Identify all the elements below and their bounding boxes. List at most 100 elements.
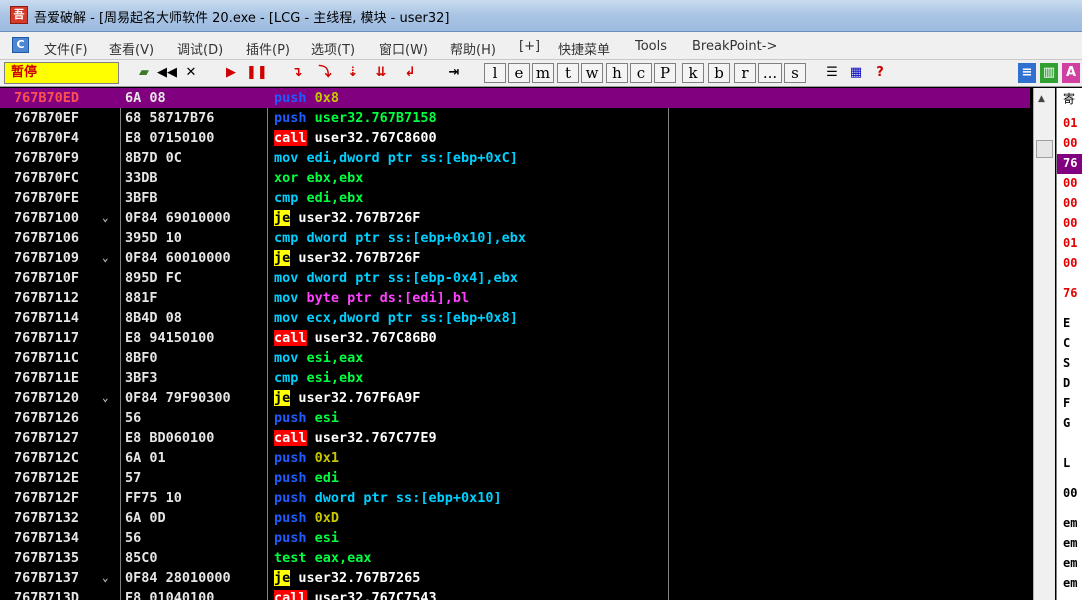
disasm-hex: 0F84 28010000 [125, 570, 231, 586]
restart-icon[interactable]: ◀◀ [156, 63, 178, 83]
run-icon[interactable]: ▶ [222, 63, 240, 83]
disasm-row[interactable]: 767B7109 ⌄ 0F84 60010000 je user32.767B726F [0, 248, 1030, 268]
disasm-row[interactable]: 767B7134 56 push esi [0, 528, 1030, 548]
help-icon[interactable]: ? [870, 63, 890, 83]
close-icon[interactable]: ✕ [182, 63, 200, 83]
scroll-up-icon[interactable]: ▲ [1038, 94, 1045, 104]
menu-shortcut[interactable]: 快捷菜单 [558, 39, 610, 58]
plugin-icon-1[interactable]: ≡ [1018, 63, 1036, 83]
register-value: 76 [1063, 286, 1078, 300]
disasm-row[interactable]: 767B7132 6A 0D push 0xD [0, 508, 1030, 528]
menu-plugins[interactable]: 插件(P) [246, 39, 290, 58]
disasm-row[interactable]: 767B7137 ⌄ 0F84 28010000 je user32.767B7265 [0, 568, 1030, 588]
step-over-icon[interactable]: ⤵ [314, 63, 336, 83]
menu-file[interactable]: 文件(F) [44, 39, 88, 58]
disasm-row[interactable]: 767B7114 8B4D 08 mov ecx,dword ptr ss:[ebp… [0, 308, 1030, 328]
disasm-hex: 3BF3 [125, 370, 158, 386]
registers-header: 寄 [1063, 92, 1076, 106]
log-window-button[interactable]: l [484, 63, 506, 83]
open-icon[interactable]: ▰ [134, 63, 154, 83]
disasm-mnemonic: je [274, 210, 291, 226]
registers-pane[interactable]: 寄 01 00 76 00 00 00 01 00 76 E C S D F G L 00 em em em em [1056, 88, 1082, 600]
disasm-operand: dword ptr ss:[ebp+0x10],ebx [306, 230, 526, 246]
modules-window-button[interactable]: e [508, 63, 530, 83]
disasm-row[interactable]: 767B70ED 6A 08 push 0x8 [0, 88, 1030, 108]
register-value: 00 [1063, 136, 1078, 150]
disasm-row[interactable]: 767B710F 895D FC mov dword ptr ss:[ebp-0x4… [0, 268, 1030, 288]
disasm-row[interactable]: 767B713D E8 01040100 call user32.767C7543 [0, 588, 1030, 600]
disasm-row[interactable]: 767B7126 56 push esi [0, 408, 1030, 428]
disasm-row[interactable]: 767B712E 57 push edi [0, 468, 1030, 488]
disasm-hex: FF75 10 [125, 490, 182, 506]
step-into-icon[interactable]: ↴ [286, 63, 308, 83]
source-window-button[interactable]: s [784, 63, 806, 83]
disasm-operand: 0xD [314, 510, 340, 526]
disasm-instruction: mov edi,dword ptr ss:[ebp+0xC] [274, 148, 518, 168]
disasm-row[interactable]: 767B712C 6A 01 push 0x1 [0, 448, 1030, 468]
goto-icon[interactable]: ⇥ [444, 63, 464, 83]
menu-view[interactable]: 查看(V) [109, 39, 154, 58]
breakpoints-window-button[interactable]: b [708, 63, 730, 83]
disasm-row[interactable]: 767B70F9 8B7D 0C mov edi,dword ptr ss:[ebp… [0, 148, 1030, 168]
disassembly-pane[interactable]: 767B70ED 6A 08 push 0x8 767B70EF 68 58717B76… [0, 88, 1030, 600]
plugin-icon-3[interactable]: A [1062, 63, 1080, 83]
menu-window[interactable]: 窗口(W) [379, 39, 428, 58]
disasm-row[interactable]: 767B7100 ⌄ 0F84 69010000 je user32.767B726F [0, 208, 1030, 228]
disasm-address: 767B7112 [14, 290, 80, 306]
disasm-instruction: mov byte ptr ds:[edi],bl [274, 288, 469, 308]
disasm-instruction: call user32.767C8600 [274, 128, 437, 148]
disasm-row[interactable]: 767B711C 8BF0 mov esi,eax [0, 348, 1030, 368]
disasm-address: 767B7137 [14, 570, 80, 586]
disasm-operand: dword ptr ss:[ebp+0x10] [314, 490, 502, 506]
disasm-row[interactable]: 767B711E 3BF3 cmp esi,ebx [0, 368, 1030, 388]
pause-icon[interactable]: ❚❚ [246, 63, 268, 83]
disasm-instruction: push 0x1 [274, 448, 339, 468]
scroll-thumb[interactable] [1036, 140, 1053, 158]
disasm-row[interactable]: 767B7135 85C0 test eax,eax [0, 548, 1030, 568]
trace-over-icon[interactable]: ⇊ [370, 63, 392, 83]
disasm-row[interactable]: 767B712F FF75 10 push dword ptr ss:[ebp+0x… [0, 488, 1030, 508]
callstack-window-button[interactable]: k [682, 63, 704, 83]
options-icon[interactable]: ▦ [846, 63, 866, 83]
references-window-button[interactable]: r [734, 63, 756, 83]
disasm-instruction: cmp esi,ebx [274, 368, 363, 388]
disasm-row[interactable]: 767B70F4 E8 07150100 call user32.767C8600 [0, 128, 1030, 148]
menu-tools[interactable]: Tools [635, 39, 667, 54]
register-value: 01 [1063, 236, 1078, 250]
disasm-row[interactable]: 767B7117 E8 94150100 call user32.767C86B0 [0, 328, 1030, 348]
windows-window-button[interactable]: w [581, 63, 603, 83]
disasm-row[interactable]: 767B7106 395D 10 cmp dword ptr ss:[ebp+0x1… [0, 228, 1030, 248]
threads-window-button[interactable]: t [557, 63, 579, 83]
disasm-row[interactable]: 767B70FC 33DB xor ebx,ebx [0, 168, 1030, 188]
disasm-address: 767B70F9 [14, 150, 80, 166]
mdi-window-icon[interactable]: C [12, 37, 29, 53]
disasm-mnemonic: cmp [274, 230, 299, 246]
vertical-scrollbar[interactable]: ▲ [1033, 88, 1055, 600]
menu-plus[interactable]: [+] [519, 39, 540, 54]
register-value: 00 [1063, 486, 1078, 500]
disasm-operand: eax,eax [314, 550, 372, 566]
disasm-hex: 33DB [125, 170, 158, 186]
menu-help[interactable]: 帮助(H) [450, 39, 496, 58]
disasm-hex: 6A 01 [125, 450, 166, 466]
run-trace-button[interactable]: ... [758, 63, 782, 83]
patches-window-button[interactable]: P [654, 63, 676, 83]
trace-into-icon[interactable]: ⇣ [342, 63, 364, 83]
menu-debug[interactable]: 调试(D) [177, 39, 223, 58]
disasm-row[interactable]: 767B70EF 68 58717B76 push user32.767B7158 [0, 108, 1030, 128]
memory-window-button[interactable]: m [532, 63, 554, 83]
disasm-row[interactable]: 767B7120 ⌄ 0F84 79F90300 je user32.767F6A9F [0, 388, 1030, 408]
disasm-row[interactable]: 767B70FE 3BFB cmp edi,ebx [0, 188, 1030, 208]
register-value: em [1063, 556, 1078, 570]
disasm-hex: 0F84 60010000 [125, 250, 231, 266]
plugin-icon-2[interactable]: ▥ [1040, 63, 1058, 83]
menu-breakpoint[interactable]: BreakPoint-> [692, 39, 777, 54]
handles-window-button[interactable]: h [606, 63, 628, 83]
disasm-row[interactable]: 767B7127 E8 BD060100 call user32.767C77E9 [0, 428, 1030, 448]
cpu-window-button[interactable]: c [630, 63, 652, 83]
jump-arrow-icon: ⌄ [102, 211, 109, 224]
menu-options[interactable]: 选项(T) [311, 39, 355, 58]
list-icon[interactable]: ☰ [822, 63, 842, 83]
disasm-row[interactable]: 767B7112 881F mov byte ptr ds:[edi],bl [0, 288, 1030, 308]
execute-till-return-icon[interactable]: ↲ [400, 63, 420, 83]
